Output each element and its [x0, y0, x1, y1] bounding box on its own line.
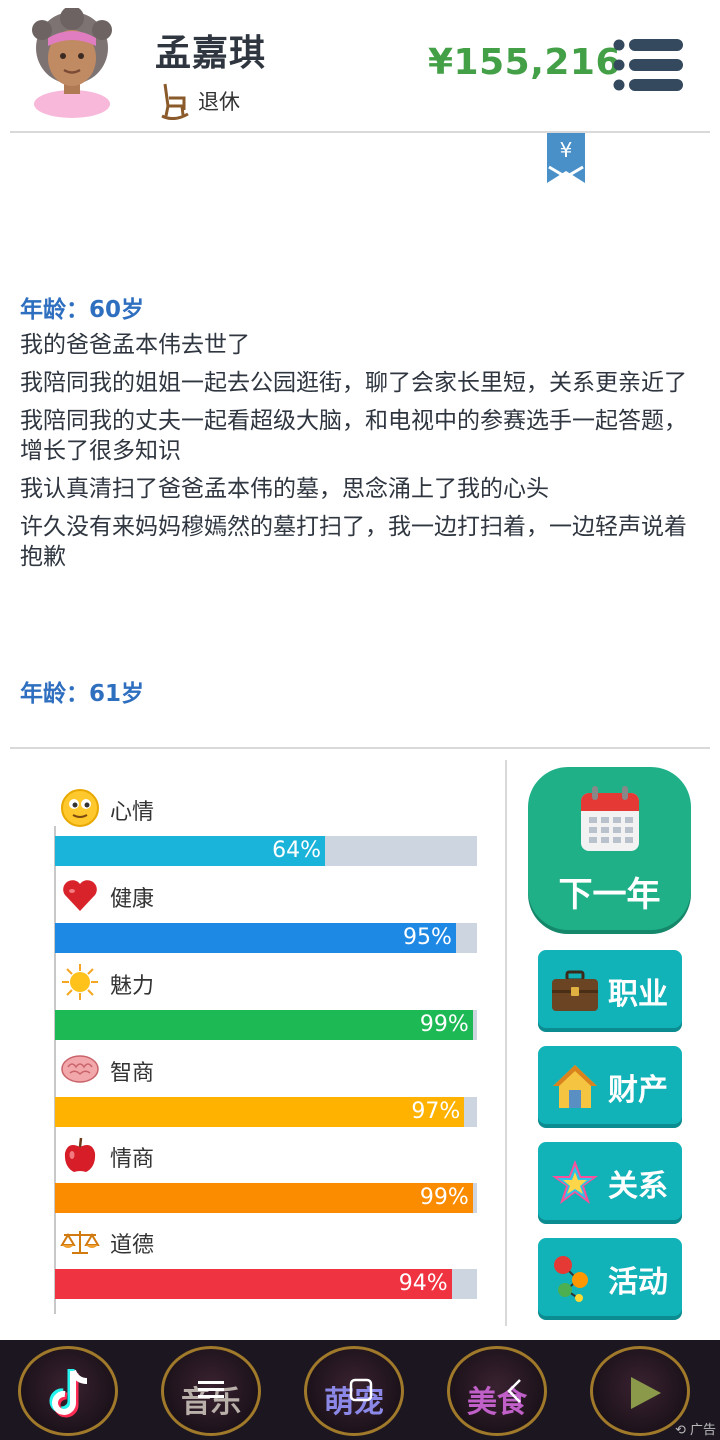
apple-icon [64, 1137, 96, 1172]
music-note-icon [49, 1369, 88, 1418]
stat-label: 魅力 [110, 974, 155, 999]
career-button[interactable]: 职业 [538, 950, 682, 1028]
assets-label: 财产 [608, 1073, 668, 1108]
menu-icon[interactable] [612, 38, 684, 92]
activities-icon [554, 1256, 588, 1302]
age-heading: 年龄：60岁 [20, 297, 145, 323]
star-icon [552, 1160, 598, 1204]
scales-icon [60, 1231, 100, 1254]
stat-label: 道德 [110, 1233, 155, 1258]
stat-bar-fill: 94% [55, 1269, 452, 1299]
stat-iq: 智商 97% [55, 1049, 477, 1135]
header-divider [10, 131, 710, 133]
log-entry: 许久没有来妈妈穆嫣然的墓打扫了，我一边打扫着，一边轻声说着抱歉 [20, 514, 687, 570]
stat-percent: 64% [272, 838, 322, 863]
stat-bar-fill: 97% [55, 1097, 465, 1127]
stat-bar: 64% [55, 836, 477, 866]
header: 孟嘉琪 退休 ¥155,216 [0, 0, 720, 132]
activities-button[interactable]: 活动 [538, 1238, 682, 1316]
sun-icon [62, 964, 98, 1000]
stat-label: 情商 [110, 1147, 155, 1172]
character-name: 孟嘉琪 [155, 33, 267, 74]
log-entry: 我陪同我的丈夫一起看超级大脑，和电视中的参赛选手一起答题，增长了很多知识 [20, 408, 687, 464]
vertical-divider [505, 760, 507, 1326]
stat-eq: 情商 99% [55, 1135, 477, 1221]
stat-bar: 99% [55, 1010, 477, 1040]
relations-label: 关系 [608, 1169, 668, 1204]
relations-button[interactable]: 关系 [538, 1142, 682, 1220]
log-entry: 我认真清扫了爸爸孟本伟的墓，思念涌上了我的心头 [20, 476, 549, 502]
stat-charm: 魅力 99% [55, 962, 477, 1048]
rocking-chair-icon [161, 83, 189, 120]
play-icon [631, 1377, 661, 1409]
stat-bar: 95% [55, 923, 477, 953]
calendar-icon [581, 786, 639, 851]
stat-bar: 97% [55, 1097, 477, 1127]
stat-percent: 99% [419, 1185, 469, 1210]
age-heading: 年龄：61岁 [20, 681, 145, 707]
briefcase-icon [552, 970, 598, 1011]
stat-label: 健康 [110, 887, 155, 912]
brain-icon [61, 1055, 99, 1083]
ad-tag-label: 广告 [689, 1423, 716, 1438]
stat-label: 智商 [110, 1061, 155, 1086]
stat-morality: 道德 94% [55, 1221, 477, 1307]
stat-percent: 95% [402, 925, 452, 950]
smiley-icon [61, 789, 99, 827]
avatar [32, 8, 112, 118]
stat-bar: 99% [55, 1183, 477, 1213]
menu-nav-icon[interactable] [198, 1380, 224, 1400]
stat-bar: 94% [55, 1269, 477, 1299]
heart-icon [63, 880, 97, 911]
activities-label: 活动 [608, 1265, 668, 1300]
stat-health: 健康 95% [55, 875, 477, 961]
stats-divider [10, 747, 710, 749]
next-year-button[interactable]: 下一年 [528, 767, 691, 930]
career-label: 职业 [608, 977, 668, 1012]
status-label: 退休 [198, 90, 240, 114]
ad-banner[interactable]: 音乐 萌宠 美食 ⟲ 广告 [0, 1340, 720, 1440]
stat-bar-fill: 99% [55, 1183, 473, 1213]
next-year-label: 下一年 [558, 875, 661, 915]
stat-bar-fill: 64% [55, 836, 326, 866]
house-icon [553, 1065, 597, 1108]
stat-mood: 心情 64% [55, 788, 477, 874]
money-balance: ¥155,216 [428, 42, 622, 83]
money-bookmark-icon[interactable]: ¥ [547, 133, 585, 185]
stat-label: 心情 [110, 800, 155, 825]
stat-bar-fill: 99% [55, 1010, 473, 1040]
stat-bar-fill: 95% [55, 923, 456, 953]
ad-label: 美食 [467, 1385, 527, 1420]
life-log: 年龄：60岁 我的爸爸孟本伟去世了 我陪同我的姐姐一起去公园逛街，聊了会家长里短… [20, 290, 704, 580]
assets-button[interactable]: 财产 [538, 1046, 682, 1124]
stat-percent: 97% [411, 1099, 461, 1124]
stat-percent: 99% [419, 1012, 469, 1037]
ad-tag: ⟲ 广告 [675, 1419, 716, 1438]
svg-text:¥: ¥ [560, 138, 573, 162]
log-entry: 我的爸爸孟本伟去世了 [20, 332, 250, 358]
ad-app-tiktok[interactable] [18, 1346, 118, 1436]
ad-app-food[interactable]: 美食 [447, 1346, 547, 1436]
log-entries: 我的爸爸孟本伟去世了 我陪同我的姐姐一起去公园逛街，聊了会家长里短，关系更亲近了… [20, 330, 704, 572]
stat-percent: 94% [398, 1271, 448, 1296]
back-nav-icon[interactable] [506, 1378, 522, 1404]
log-entry: 我陪同我的姐姐一起去公园逛街，聊了会家长里短，关系更亲近了 [20, 370, 687, 396]
status: 退休 [160, 82, 240, 120]
ad-close-icon[interactable]: ⟲ [675, 1423, 686, 1438]
home-nav-icon[interactable] [349, 1378, 373, 1402]
